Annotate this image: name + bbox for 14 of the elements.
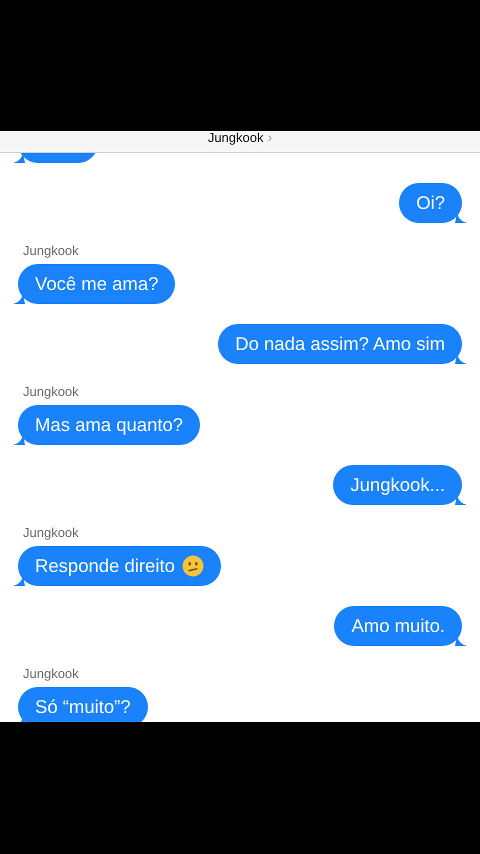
message-bubble: Do nada assim? Amo sim bbox=[218, 324, 462, 364]
sender-name: Jungkook bbox=[23, 666, 80, 682]
sender-name: Jungkook bbox=[23, 524, 80, 541]
bubble-tail bbox=[13, 152, 25, 163]
message-bubble: Você me ama? bbox=[18, 264, 176, 304]
message-bubble: Jungkook... bbox=[333, 464, 462, 505]
message-bubble: Oi? bbox=[399, 182, 462, 223]
message-bubble: Amo muito. bbox=[334, 606, 462, 646]
message-bubble: Mas ama quanto? bbox=[18, 404, 200, 445]
message-text: Responde direito bbox=[35, 554, 175, 578]
contact-name[interactable]: Jungkook bbox=[208, 130, 264, 145]
sender-name: Jungkook bbox=[23, 384, 80, 400]
sender-name: Jungkook bbox=[23, 242, 80, 259]
message-bubble: Só “muito”? bbox=[18, 686, 148, 722]
